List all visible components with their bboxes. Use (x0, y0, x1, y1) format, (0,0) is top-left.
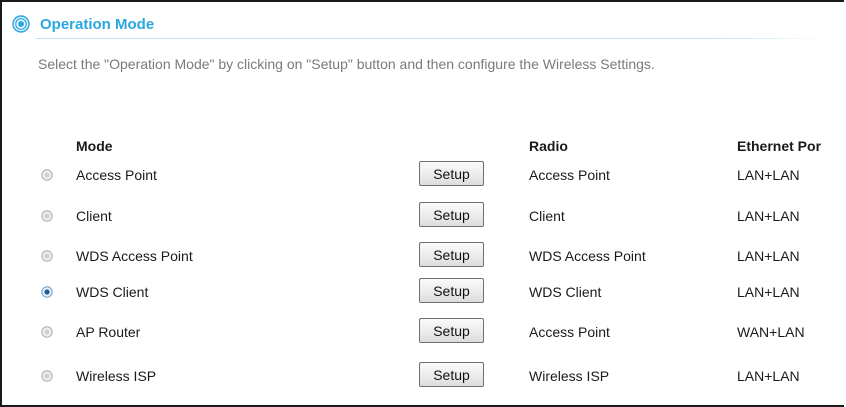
section-header: Operation Mode (12, 11, 832, 37)
radio-value: WDS Access Point (529, 248, 646, 264)
setup-button[interactable]: Setup (419, 202, 484, 227)
operation-mode-panel: Operation Mode Select the "Operation Mod… (0, 0, 844, 407)
mode-label: Access Point (76, 167, 157, 183)
setup-button[interactable]: Setup (419, 278, 484, 303)
setup-button[interactable]: Setup (419, 318, 484, 343)
instructions-text: Select the "Operation Mode" by clicking … (38, 56, 655, 72)
mode-label: WDS Client (76, 284, 149, 300)
column-header-ethernet-port: Ethernet Por (737, 138, 822, 154)
table-row: Access Point Setup Access Point LAN+LAN (2, 159, 844, 191)
ethernet-port-value: LAN+LAN (737, 248, 800, 264)
mode-radio-button[interactable] (41, 286, 53, 298)
ethernet-port-value: LAN+LAN (737, 284, 800, 300)
ethernet-port-value: WAN+LAN (737, 324, 805, 340)
radio-value: Access Point (529, 167, 610, 183)
setup-button[interactable]: Setup (419, 242, 484, 267)
table-row: Wireless ISP Setup Wireless ISP LAN+LAN (2, 360, 844, 392)
mode-radio-button[interactable] (41, 370, 53, 382)
radio-value: Access Point (529, 324, 610, 340)
radio-value: WDS Client (529, 284, 602, 300)
radio-value: Wireless ISP (529, 368, 610, 384)
column-header-mode: Mode (76, 138, 113, 154)
mode-radio-button[interactable] (41, 326, 53, 338)
setup-button[interactable]: Setup (419, 362, 484, 387)
table-row: WDS Access Point Setup WDS Access Point LAN… (2, 240, 844, 272)
table-row: Client Setup Client LAN+LAN (2, 200, 844, 232)
column-header-radio: Radio (529, 138, 568, 154)
mode-label: AP Router (76, 324, 141, 340)
ethernet-port-value: LAN+LAN (737, 368, 800, 384)
section-title: Operation Mode (40, 15, 155, 33)
header-divider (36, 38, 828, 39)
setup-button[interactable]: Setup (419, 161, 484, 186)
mode-label: Wireless ISP (76, 368, 157, 384)
radio-target-icon (12, 15, 30, 33)
ethernet-port-value: LAN+LAN (737, 208, 800, 224)
mode-radio-button[interactable] (41, 210, 53, 222)
table-row: WDS Client Setup WDS Client LAN+LAN (2, 276, 844, 308)
ethernet-port-value: LAN+LAN (737, 167, 800, 183)
mode-label: Client (76, 208, 112, 224)
radio-value: Client (529, 208, 565, 224)
mode-label: WDS Access Point (76, 248, 193, 264)
mode-radio-button[interactable] (41, 169, 53, 181)
table-row: AP Router Setup Access Point WAN+LAN (2, 316, 844, 348)
mode-radio-button[interactable] (41, 250, 53, 262)
